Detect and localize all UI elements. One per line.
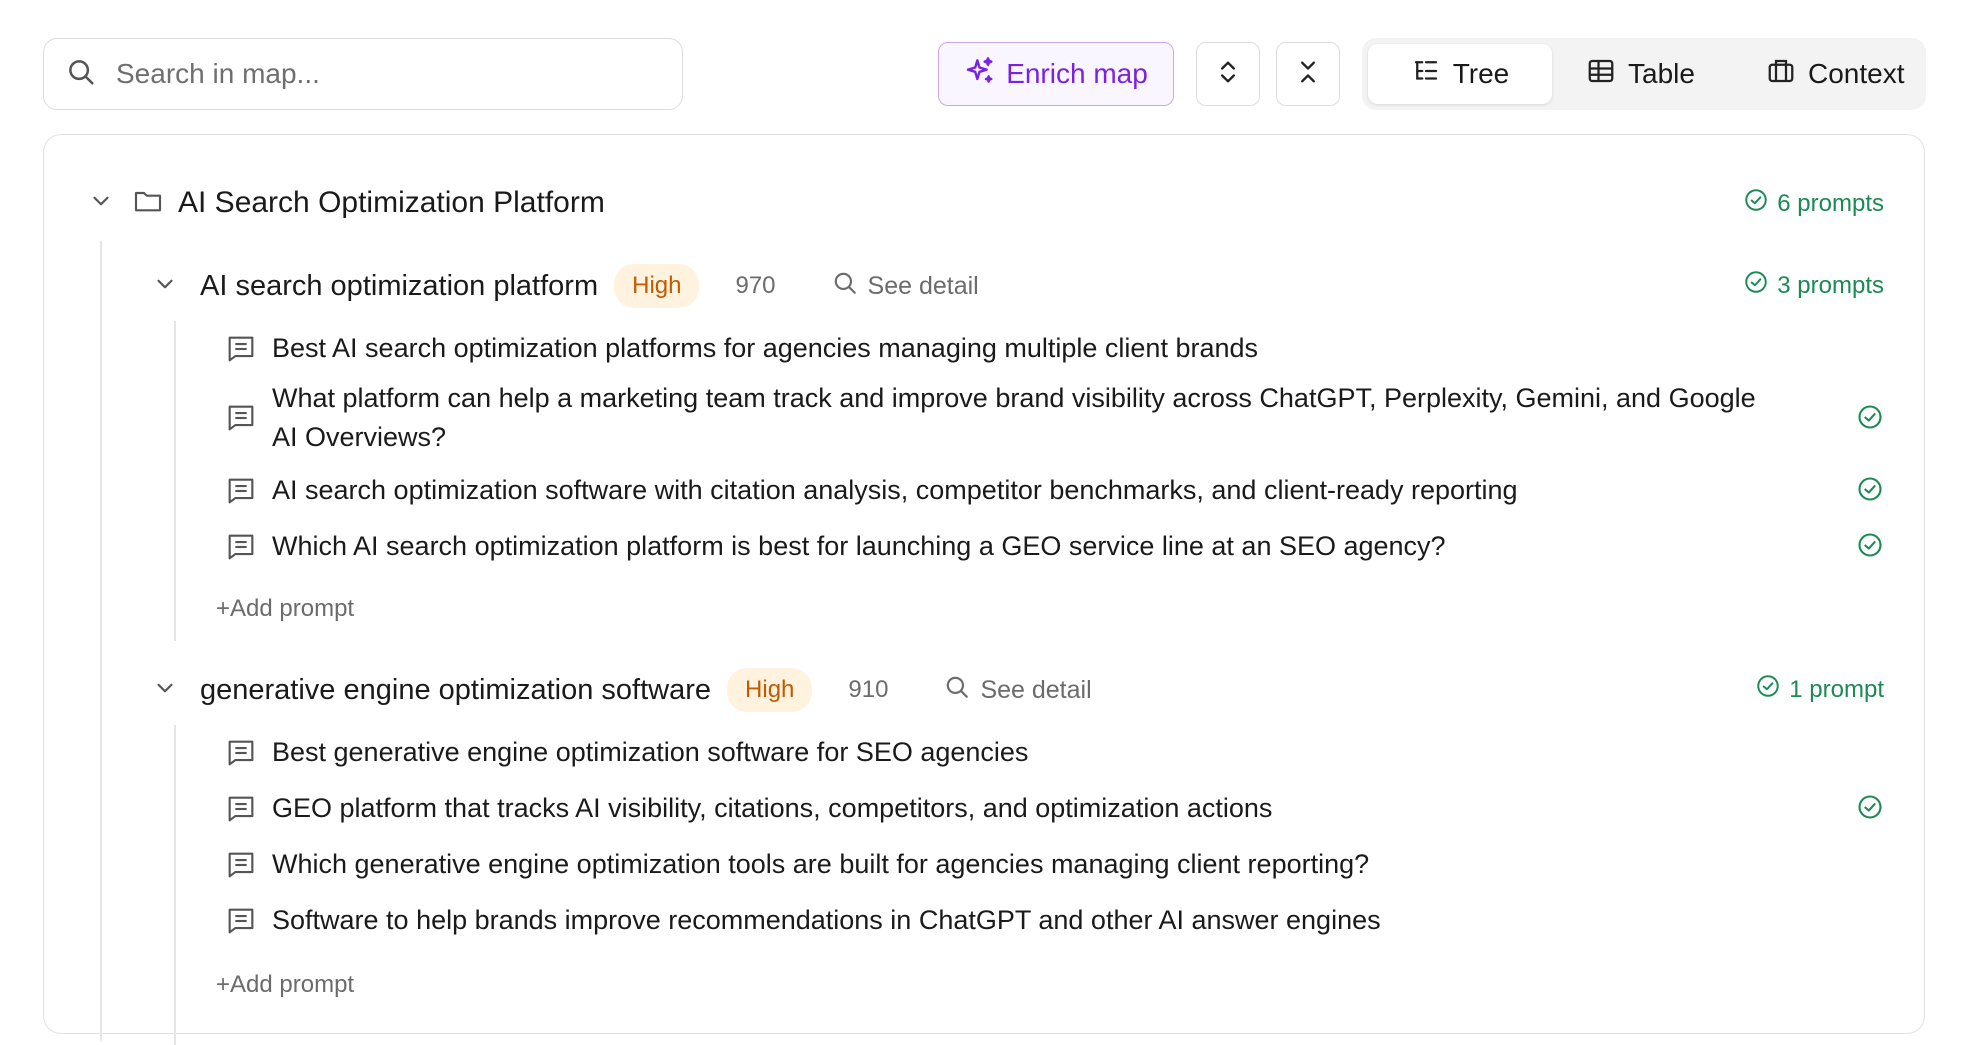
toolbar: Enrich map Tree Table Context <box>0 0 1964 130</box>
sparkles-icon <box>964 55 996 94</box>
search-icon <box>944 674 970 707</box>
tab-tree-label: Tree <box>1452 58 1510 89</box>
tree-icon <box>1411 56 1441 93</box>
root-prompt-count: 6 prompts <box>1743 187 1884 220</box>
chevron-down-icon[interactable] <box>152 675 178 706</box>
chevron-down-icon[interactable] <box>152 271 178 302</box>
tab-table-label: Table <box>1628 58 1695 89</box>
enrich-map-label: Enrich map <box>1006 58 1148 89</box>
search-volume: 910 <box>848 676 889 703</box>
keyword-prompt-count: 1 prompt <box>1755 673 1884 706</box>
search-box[interactable] <box>43 38 683 110</box>
search-volume: 970 <box>735 272 776 299</box>
message-icon <box>224 530 258 564</box>
add-prompt-button[interactable]: +Add prompt <box>216 595 354 623</box>
add-prompt-button[interactable]: +Add prompt <box>216 971 354 999</box>
view-switcher: Tree Table Context <box>1362 38 1926 110</box>
chevron-down-icon[interactable] <box>88 188 114 219</box>
prompt-item[interactable]: AI search optimization software with cit… <box>224 471 1518 510</box>
tree-guide-line <box>100 241 102 1041</box>
prompt-item[interactable]: What platform can help a marketing team … <box>224 379 1784 457</box>
context-icon <box>1766 56 1796 93</box>
prompt-item[interactable]: Software to help brands improve recommen… <box>224 901 1381 940</box>
enrich-map-button[interactable]: Enrich map <box>938 42 1174 106</box>
message-icon <box>224 401 258 435</box>
message-icon <box>224 474 258 508</box>
keyword-title: AI search optimization platform <box>200 269 599 302</box>
prompt-text: AI search optimization software with cit… <box>272 475 1518 505</box>
check-circle-icon <box>1743 269 1769 302</box>
check-circle-icon <box>1856 793 1884 826</box>
see-detail-link[interactable]: See detail <box>832 270 979 303</box>
search-icon <box>832 270 858 303</box>
see-detail-link[interactable]: See detail <box>944 674 1092 707</box>
keyword-row[interactable]: AI search optimization platform High 970… <box>152 263 979 309</box>
prompt-text: Software to help brands improve recommen… <box>272 905 1381 935</box>
keyword-row[interactable]: generative engine optimization software … <box>152 667 1092 713</box>
message-icon <box>224 736 258 770</box>
prompt-item[interactable]: Which AI search optimization platform is… <box>224 527 1446 566</box>
chevrons-up-down-icon <box>1214 58 1242 91</box>
prompt-text: Which generative engine optimization too… <box>272 849 1370 879</box>
prompt-text: Best AI search optimization platforms fo… <box>272 333 1259 363</box>
keyword-title: generative engine optimization software <box>200 673 712 706</box>
tab-tree[interactable]: Tree <box>1368 44 1552 104</box>
prompt-item[interactable]: GEO platform that tracks AI visibility, … <box>224 789 1272 828</box>
message-icon <box>224 792 258 826</box>
message-icon <box>224 848 258 882</box>
check-circle-icon <box>1856 475 1884 508</box>
message-icon <box>224 332 258 366</box>
prompt-text: What platform can help a marketing team … <box>272 383 1756 452</box>
prompt-text: Which AI search optimization platform is… <box>272 531 1446 561</box>
check-circle-icon <box>1743 187 1769 220</box>
keyword-prompt-count: 3 prompts <box>1743 269 1884 302</box>
folder-icon <box>132 185 164 222</box>
tab-table[interactable]: Table <box>1570 44 1711 104</box>
tab-context-label: Context <box>1808 58 1905 89</box>
check-circle-icon <box>1755 673 1781 706</box>
check-circle-icon <box>1856 403 1884 436</box>
chevrons-down-up-icon <box>1294 58 1322 91</box>
tree-guide-line <box>174 321 176 641</box>
map-tree-panel: AI Search Optimization Platform 6 prompt… <box>43 134 1925 1045</box>
tab-context[interactable]: Context <box>1750 44 1921 104</box>
priority-badge: High <box>727 668 813 712</box>
prompt-text: Best generative engine optimization soft… <box>272 737 1029 767</box>
collapse-all-button[interactable] <box>1276 42 1340 106</box>
check-circle-icon <box>1856 531 1884 564</box>
tree-guide-line <box>174 725 176 1045</box>
priority-badge: High <box>614 264 700 308</box>
message-icon <box>224 904 258 938</box>
prompt-item[interactable]: Best AI search optimization platforms fo… <box>224 329 1258 368</box>
root-node[interactable]: AI Search Optimization Platform <box>88 183 605 223</box>
table-icon <box>1586 56 1616 93</box>
prompt-item[interactable]: Which generative engine optimization too… <box>224 845 1369 884</box>
prompt-item[interactable]: Best generative engine optimization soft… <box>224 733 1028 772</box>
search-icon <box>66 57 96 92</box>
prompt-text: GEO platform that tracks AI visibility, … <box>272 793 1273 823</box>
expand-all-button[interactable] <box>1196 42 1260 106</box>
root-title: AI Search Optimization Platform <box>178 186 605 219</box>
search-input[interactable] <box>116 58 676 90</box>
